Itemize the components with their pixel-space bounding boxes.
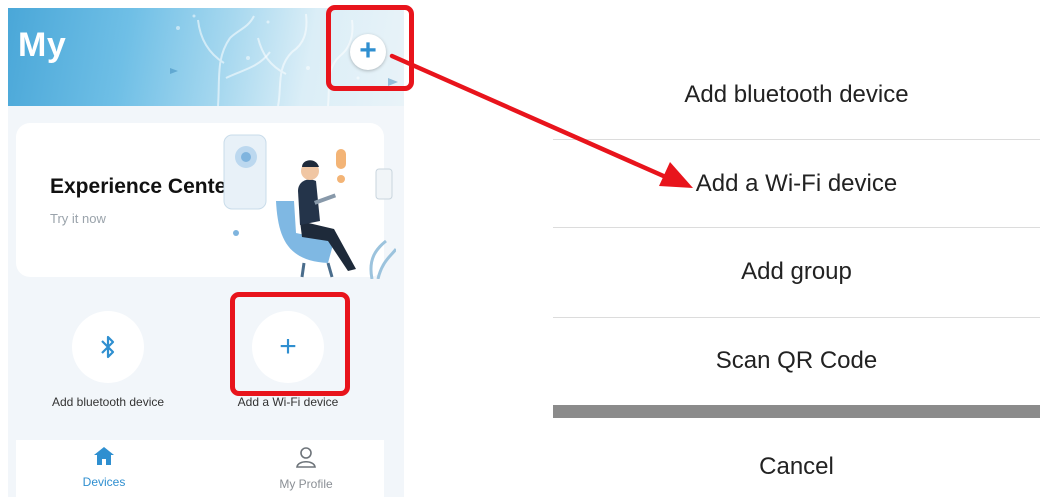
red-arrow-icon bbox=[389, 53, 693, 188]
tutorial-screenshot: My + Experience Center Try it now Add bl… bbox=[0, 0, 1040, 497]
